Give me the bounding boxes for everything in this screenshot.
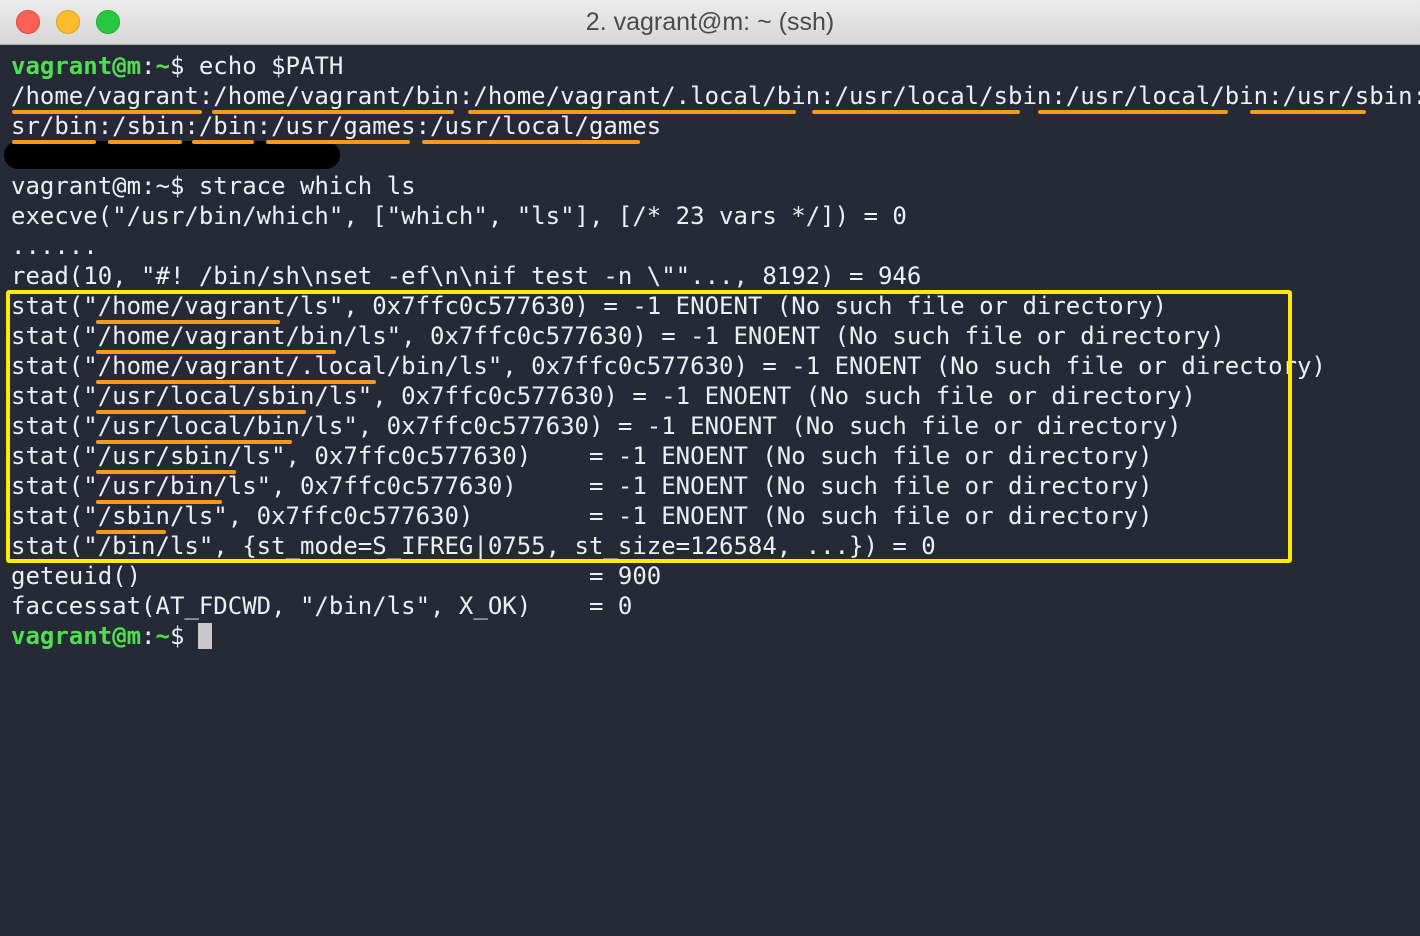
underline-path-home-vagrant [12, 110, 202, 114]
title-bar[interactable]: 2. vagrant@m: ~ (ssh) [0, 0, 1420, 45]
prompt-user-host-plain: vagrant@m [11, 172, 142, 200]
underline-stat-home-vagrant-bin [96, 350, 336, 354]
prompt-symbol: $ [169, 52, 185, 80]
underline-stat-usr-sbin [96, 470, 236, 474]
underline-path-usr-bin [12, 140, 96, 144]
prompt-user-host-current: vagrant@m [11, 622, 142, 650]
prompt-line-current[interactable]: vagrant@m:~$ [11, 621, 1411, 651]
underline-path-home-vagrant-local-bin [468, 110, 796, 114]
underline-stat-usr-bin [96, 500, 222, 504]
strace-line-faccessat: faccessat(AT_FDCWD, "/bin/ls", X_OK) = 0 [11, 592, 633, 620]
prompt-symbol-plain: $ [169, 172, 185, 200]
highlight-box [6, 290, 1292, 563]
underline-path-bin [192, 140, 254, 144]
underline-path-sbin [108, 140, 182, 144]
underline-path-home-vagrant-bin [212, 110, 454, 114]
underline-path-usr-sbin [1250, 110, 1366, 114]
prompt-separator: : [141, 52, 156, 80]
underline-stat-home-vagrant-local-bin [96, 380, 376, 384]
underline-stat-home-vagrant [96, 320, 280, 324]
underline-stat-usr-local-sbin [96, 410, 306, 414]
underline-stat-sbin [96, 530, 166, 534]
prompt-path-plain: ~ [155, 172, 170, 200]
path-output-line-1: /home/vagrant:/home/vagrant/bin:/home/va… [11, 82, 1420, 110]
prompt-separator-plain: : [141, 172, 156, 200]
prompt-line-echo: vagrant@m:~$ echo $PATH [11, 51, 1411, 81]
prompt-separator-current: : [141, 622, 156, 650]
command-echo: echo $PATH [184, 52, 344, 80]
prompt-user-host: vagrant@m [11, 52, 142, 80]
command-strace: strace which ls [184, 172, 416, 200]
underline-path-usr-local-sbin [812, 110, 1020, 114]
strace-line-read: read(10, "#! /bin/sh\nset -ef\n\nif test… [11, 262, 922, 290]
prompt-path-current: ~ [155, 622, 170, 650]
underline-stat-usr-local-bin [96, 440, 292, 444]
prompt-line-strace: vagrant@m:~$ strace which ls [11, 171, 1411, 201]
strace-line-ellipsis: ...... [11, 232, 98, 260]
underline-path-usr-games [266, 140, 410, 144]
strace-line-execve: execve("/usr/bin/which", ["which", "ls"]… [11, 202, 907, 230]
strace-line-geteuid: geteuid() = 900 [11, 562, 662, 590]
text-cursor [198, 623, 213, 649]
prompt-path: ~ [155, 52, 170, 80]
window-title: 2. vagrant@m: ~ (ssh) [585, 8, 835, 36]
redaction-bar [4, 141, 340, 169]
prompt-symbol-current: $ [169, 622, 185, 650]
underline-path-usr-local-games [422, 140, 640, 144]
terminal-window: 2. vagrant@m: ~ (ssh) vagrant@m:~$ echo … [0, 0, 1420, 936]
path-output-line-2: sr/bin:/sbin:/bin:/usr/games:/usr/local/… [11, 112, 662, 140]
underline-path-usr-local-bin [1038, 110, 1228, 114]
